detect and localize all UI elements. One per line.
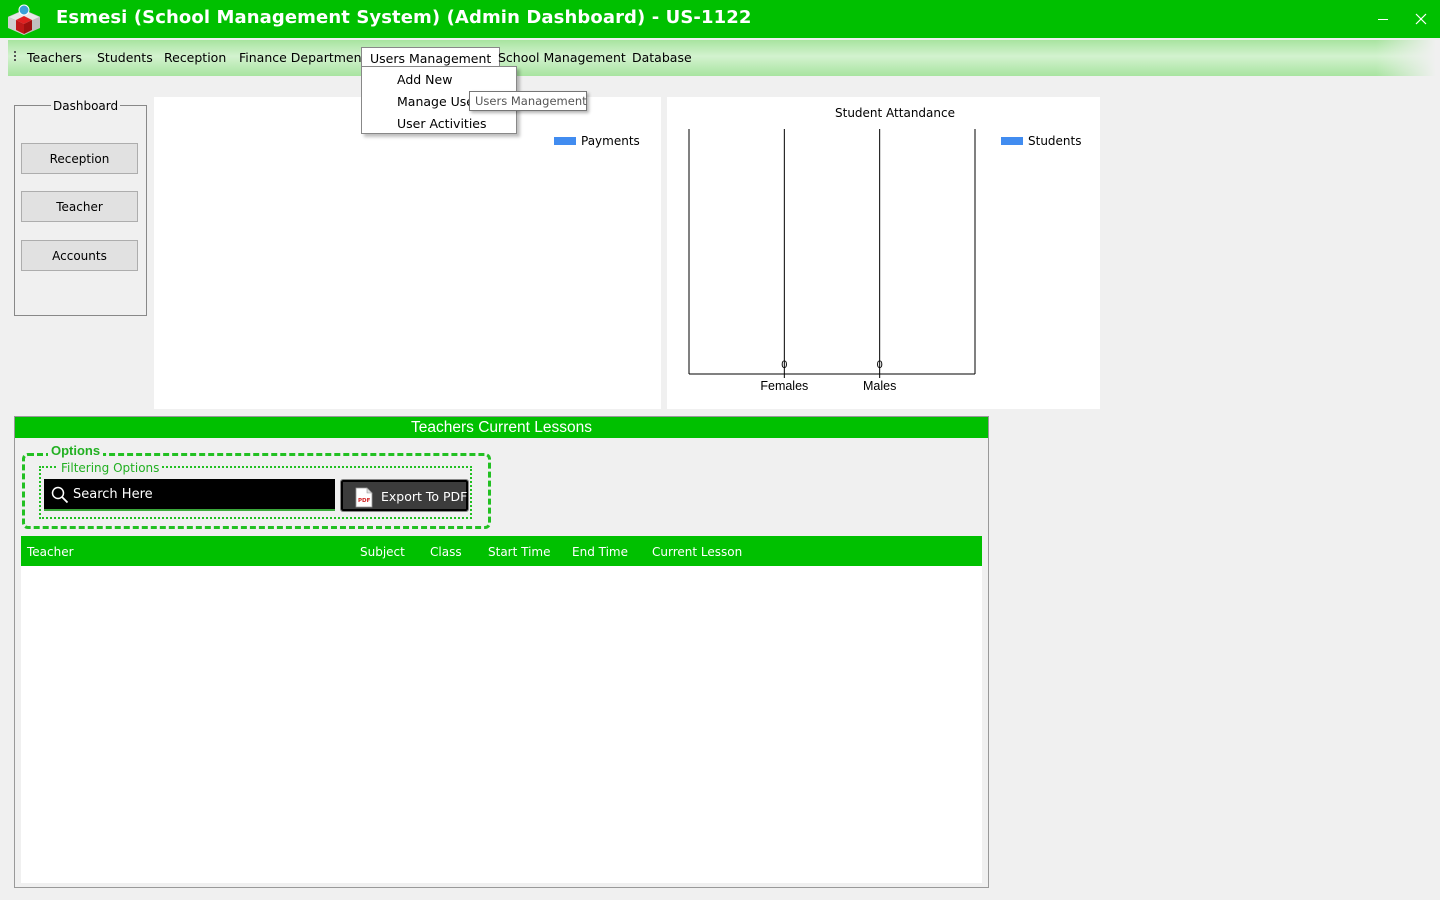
tick-label-males: Males <box>863 379 896 393</box>
menu-finance-department[interactable]: Finance Department <box>234 47 371 69</box>
column-end-time[interactable]: End Time <box>572 545 628 559</box>
attendance-plot: 0 Females 0 Males <box>688 129 976 393</box>
column-subject[interactable]: Subject <box>360 545 405 559</box>
svg-text:PDF: PDF <box>358 498 371 504</box>
menu-students[interactable]: Students <box>92 47 158 69</box>
tick-label-females: Females <box>760 379 808 393</box>
filtering-options-label: Filtering Options <box>58 461 163 475</box>
minimize-icon <box>1378 19 1388 20</box>
payments-legend-label: Payments <box>581 134 640 148</box>
close-icon <box>1415 13 1427 25</box>
close-button[interactable] <box>1402 0 1440 38</box>
menu-database[interactable]: Database <box>627 47 697 69</box>
dropdown-manage-users[interactable]: Manage Use <box>397 94 474 109</box>
options-label: Options <box>48 443 104 458</box>
dashboard-group-title: Dashboard <box>51 99 121 113</box>
dropdown-user-activities[interactable]: User Activities <box>397 116 487 131</box>
menu-grip[interactable] <box>14 51 16 61</box>
window-title: Esmesi (School Management System) (Admin… <box>56 7 752 28</box>
lessons-header: Teachers Current Lessons <box>15 417 988 438</box>
export-pdf-button[interactable]: PDF Export To PDF <box>340 479 469 512</box>
app-logo-icon <box>4 3 44 37</box>
lessons-grid[interactable]: Teacher Subject Class Start Time End Tim… <box>21 536 982 883</box>
column-teacher[interactable]: Teacher <box>27 545 74 559</box>
payments-chart: Payments <box>154 97 661 409</box>
export-pdf-label: Export To PDF <box>381 489 468 504</box>
search-icon <box>51 486 69 504</box>
lessons-grid-header: Teacher Subject Class Start Time End Tim… <box>21 536 982 566</box>
menu-teachers[interactable]: Teachers <box>22 47 87 69</box>
data-label-males: 0 <box>877 359 883 371</box>
column-start-time[interactable]: Start Time <box>488 545 551 559</box>
student-attendance-chart: Student Attandance Students 0 Females 0 Mal… <box>667 97 1100 409</box>
search-input[interactable]: Search Here <box>44 479 335 511</box>
teacher-button[interactable]: Teacher <box>21 191 138 222</box>
search-placeholder: Search Here <box>73 487 153 502</box>
teachers-lessons-panel: Teachers Current Lessons Options Filteri… <box>14 416 989 888</box>
payments-legend-swatch <box>554 137 576 145</box>
dropdown-add-new[interactable]: Add New <box>397 72 452 87</box>
minimize-button[interactable] <box>1364 0 1402 38</box>
title-bar: Esmesi (School Management System) (Admin… <box>0 0 1440 38</box>
data-label-females: 0 <box>781 359 787 371</box>
accounts-button[interactable]: Accounts <box>21 240 138 271</box>
dashboard-group: Dashboard Reception Teacher Accounts <box>14 99 147 316</box>
column-current-lesson[interactable]: Current Lesson <box>652 545 742 559</box>
pdf-file-icon: PDF <box>355 487 373 508</box>
reception-button[interactable]: Reception <box>21 143 138 174</box>
menu-bar: Teachers Students Reception Finance Depa… <box>8 40 1436 76</box>
menu-tooltip: Users Management <box>469 91 587 111</box>
menu-reception[interactable]: Reception <box>159 47 231 69</box>
column-class[interactable]: Class <box>430 545 462 559</box>
